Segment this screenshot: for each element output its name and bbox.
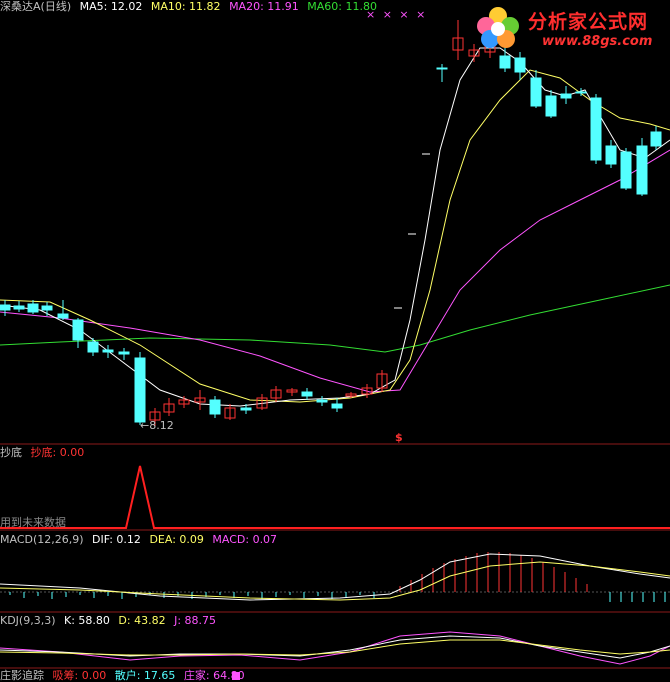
macd-indicator — [0, 552, 670, 602]
moving-average-lines — [0, 47, 670, 407]
kdj-j-line — [0, 631, 670, 665]
chaodi-note: 用到未来数据 — [0, 516, 66, 529]
zhuying-sanhu: 散户: 17.65 — [114, 669, 176, 682]
candle-body — [590, 97, 602, 161]
macd-title: MACD(12,26,9) — [0, 533, 84, 546]
ma20-line — [0, 149, 670, 393]
low-price-annotation: ←8.12 — [140, 419, 174, 432]
candle-body — [530, 77, 542, 107]
kdj-indicator — [0, 631, 670, 665]
stock-name: 深桑达A — [0, 0, 41, 13]
kdj-j: J: 88.75 — [174, 614, 217, 627]
ma20-label: MA20: 11.91 — [229, 0, 299, 13]
candle-body — [575, 91, 587, 94]
zhuying-panel-header: 庄影追踪 吸筹: 0.00 散户: 17.65 庄家: 64.80 — [0, 669, 250, 682]
candle-body — [57, 313, 69, 319]
candle-body — [41, 305, 53, 311]
kdj-k: K: 58.80 — [64, 614, 110, 627]
macd-dea: DEA: 0.09 — [149, 533, 204, 546]
x-markers: × × × × — [366, 8, 428, 21]
macd-value: MACD: 0.07 — [212, 533, 278, 546]
chaodi-line — [0, 465, 670, 529]
zhuying-zhuangjia: 庄家: 64.80 — [183, 669, 245, 682]
chaodi-value: 抄底: 0.00 — [30, 446, 85, 459]
candle-body — [331, 403, 343, 409]
candle-body — [545, 95, 557, 117]
ma60-line — [0, 284, 670, 353]
flower-logo-icon — [477, 7, 519, 48]
candle-body — [102, 349, 114, 353]
candle-body — [209, 399, 221, 415]
chaodi-title: 抄底 — [0, 446, 22, 459]
zhuying-title: 庄影追踪 — [0, 669, 44, 682]
candle-body — [436, 67, 448, 70]
candle-body — [134, 357, 146, 423]
ma5-line — [0, 47, 670, 407]
candle-body — [240, 407, 252, 411]
candle-body — [87, 341, 99, 353]
ma10-line — [0, 69, 670, 403]
candle-body — [301, 391, 313, 397]
candle-body — [118, 351, 130, 355]
candle-body — [13, 305, 25, 310]
chaodi-panel-header: 抄底 抄底: 0.00 — [0, 446, 89, 459]
candle-body — [72, 319, 84, 341]
candle-body — [620, 151, 632, 189]
candle-body — [514, 57, 526, 73]
low-price-value: 8.12 — [149, 419, 174, 432]
stock-chart-canvas[interactable] — [0, 0, 670, 682]
kdj-title: KDJ(9,3,3) — [0, 614, 56, 627]
main-panel-header: 深桑达A(日线) MA5: 12.02 MA10: 11.82 MA20: 11… — [0, 0, 382, 13]
logo-url[interactable]: www.88gs.com — [542, 34, 652, 49]
chaodi-indicator — [0, 465, 670, 529]
candle-body — [605, 145, 617, 165]
candle-body — [316, 399, 328, 403]
macd-panel-header: MACD(12,26,9) DIF: 0.12 DEA: 0.09 MACD: … — [0, 533, 282, 546]
signal-marker: $ — [395, 431, 403, 444]
kdj-d: D: 43.82 — [118, 614, 166, 627]
candle-body — [650, 131, 662, 147]
candle-body — [499, 55, 511, 69]
macd-dea-line — [0, 561, 670, 601]
ma10-label: MA10: 11.82 — [150, 0, 221, 13]
candle-body — [560, 93, 572, 99]
logo-name: 分析家公式网 — [528, 11, 649, 33]
candle-body — [0, 304, 11, 311]
macd-dif: DIF: 0.12 — [92, 533, 141, 546]
candlestick-series — [0, 20, 662, 426]
ma5-label: MA5: 12.02 — [79, 0, 143, 13]
macd-dif-line — [0, 553, 670, 601]
zhuying-xishou: 吸筹: 0.00 — [52, 669, 107, 682]
kdj-d-line — [0, 639, 670, 656]
kdj-panel-header: KDJ(9,3,3) K: 58.80 D: 43.82 J: 88.75 — [0, 614, 221, 627]
site-logo: 分析家公式网 www.88gs.com — [470, 4, 666, 52]
candle-body — [27, 303, 39, 313]
candle-body — [636, 145, 648, 195]
period-label: (日线) — [40, 0, 72, 13]
